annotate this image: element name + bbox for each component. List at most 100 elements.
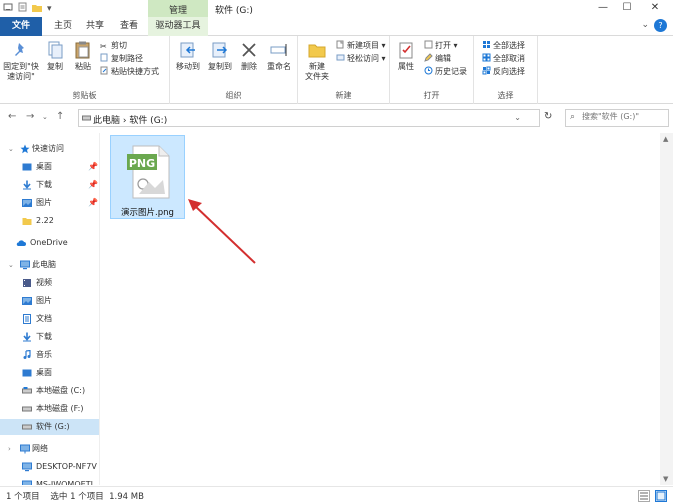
paste-button[interactable]: 粘贴 — [70, 40, 96, 72]
properties-button[interactable]: 属性 — [392, 40, 420, 72]
large-icons-view-icon[interactable] — [655, 490, 667, 502]
history-label: 历史记录 — [435, 67, 467, 76]
nav-desktop-pc[interactable]: DESKTOP-NF7V — [0, 459, 99, 475]
copy-to-label: 复制到 — [208, 62, 232, 71]
customize-qat-icon[interactable]: ▾ — [47, 4, 52, 14]
back-arrow-icon[interactable]: ← — [8, 111, 16, 122]
up-arrow-icon[interactable]: ↑ — [56, 111, 64, 122]
select-none-button[interactable]: 全部取消 — [482, 53, 525, 65]
copy-to-button[interactable]: 复制到 — [204, 40, 236, 72]
nav-desktop-label: 桌面 — [36, 162, 52, 171]
minimize-button[interactable]: — — [593, 1, 613, 15]
forward-arrow-icon[interactable]: → — [26, 111, 34, 122]
open-label: 打开 — [435, 41, 451, 50]
nav-desktop-2[interactable]: 桌面 — [0, 365, 99, 381]
close-button[interactable]: ✕ — [645, 1, 665, 15]
delete-button[interactable]: 删除 — [236, 40, 262, 72]
file-item[interactable]: PNG 演示图片.png — [110, 135, 185, 219]
new-group: 新建 文件夹 新建项目 ▾ 轻松访问 ▾ 新建 — [298, 36, 390, 104]
paste-shortcut-button[interactable]: 粘贴快捷方式 — [100, 66, 159, 78]
nav-pictures-2[interactable]: 图片 — [0, 293, 99, 309]
rename-icon — [270, 44, 287, 56]
scroll-up-icon[interactable]: ▲ — [663, 135, 668, 143]
nav-onedrive[interactable]: OneDrive — [0, 235, 99, 251]
pin-quick-access-button[interactable]: 固定到"快速访问" — [2, 40, 40, 82]
maximize-button[interactable]: ☐ — [617, 1, 637, 15]
vertical-scrollbar[interactable]: ▲ ▼ — [660, 133, 673, 485]
address-bar[interactable]: 此电脑 › 软件 (G:) ⌄ — [78, 109, 540, 127]
search-input[interactable] — [582, 112, 666, 121]
nav-music[interactable]: 音乐 — [0, 347, 99, 363]
document-icon — [23, 314, 31, 324]
cut-label: 剪切 — [111, 41, 127, 50]
tab-drive-tools[interactable]: 驱动器工具 — [148, 17, 208, 36]
nav-documents[interactable]: 文档 — [0, 311, 99, 327]
pin-icon[interactable]: 📌 — [88, 195, 98, 211]
nav-disk-c-label: 本地磁盘 (C:) — [36, 386, 86, 395]
nav-disk-c[interactable]: 本地磁盘 (C:) — [0, 383, 99, 399]
open-button[interactable]: 打开 ▾ — [424, 40, 458, 52]
nav-videos[interactable]: 视频 — [0, 275, 99, 291]
nav-desktop[interactable]: 桌面 📌 — [0, 159, 99, 175]
open-group-label: 打开 — [423, 91, 440, 100]
pin-icon[interactable]: 📌 — [88, 177, 98, 193]
nav-downloads[interactable]: 下载 📌 — [0, 177, 99, 193]
pin-icon[interactable]: 📌 — [88, 159, 98, 175]
cut-button[interactable]: ✂ 剪切 — [100, 40, 127, 52]
breadcrumb[interactable]: 此电脑 › 软件 (G:) — [93, 113, 167, 126]
refresh-icon[interactable]: ↻ — [544, 111, 552, 122]
rename-button[interactable]: 重命名 — [264, 40, 294, 72]
easy-access-button[interactable]: 轻松访问 ▾ — [336, 53, 386, 65]
recent-locations-chevron-icon[interactable]: ⌄ — [42, 113, 48, 121]
select-all-button[interactable]: 全部选择 — [482, 40, 525, 52]
copy-path-button[interactable]: 复制路径 — [100, 53, 143, 65]
nav-ms-pc[interactable]: MS-IWOMOETI — [0, 477, 99, 485]
chevron-down-icon[interactable]: ⌄ — [8, 257, 14, 273]
file-list[interactable]: PNG 演示图片.png — [100, 133, 660, 485]
manage-label[interactable]: 管理 — [148, 3, 208, 16]
history-button[interactable]: 历史记录 — [424, 66, 467, 78]
delete-label: 删除 — [241, 62, 257, 71]
nav-pictures[interactable]: 图片 📌 — [0, 195, 99, 211]
chevron-down-icon[interactable]: ⌄ — [8, 141, 14, 157]
paste-shortcut-label: 粘贴快捷方式 — [111, 67, 159, 76]
help-icon[interactable]: ? — [654, 19, 667, 32]
quick-access-toolbar: ▾ — [3, 2, 52, 15]
move-to-button[interactable]: 移动到 — [172, 40, 204, 72]
details-view-icon[interactable] — [638, 490, 650, 502]
png-badge: PNG — [129, 157, 155, 170]
new-folder-button[interactable]: 新建 文件夹 — [300, 40, 334, 82]
chevron-right-icon[interactable]: › — [8, 441, 11, 457]
copy-path-icon — [100, 53, 108, 62]
new-group-label: 新建 — [335, 91, 352, 100]
nav-network[interactable]: › 网络 — [0, 441, 99, 457]
invert-selection-button[interactable]: 反向选择 — [482, 66, 525, 78]
tab-home[interactable]: 主页 — [48, 17, 78, 36]
search-box[interactable]: ⌕ — [565, 109, 669, 127]
tab-file[interactable]: 文件 — [0, 17, 42, 36]
new-folder-quick-icon[interactable] — [32, 3, 42, 15]
star-icon — [20, 144, 30, 154]
nav-this-pc[interactable]: ⌄ 此电脑 — [0, 257, 99, 273]
copy-button[interactable]: 复制 — [42, 40, 68, 72]
copy-to-icon — [212, 42, 228, 58]
new-item-button[interactable]: 新建项目 ▾ — [336, 40, 386, 52]
edit-label: 编辑 — [435, 54, 451, 63]
computer-icon — [20, 260, 30, 270]
properties-quick-icon[interactable] — [18, 2, 27, 15]
chevron-down-icon[interactable]: ⌄ — [641, 20, 649, 30]
nav-folder-222[interactable]: 2.22 — [0, 213, 99, 229]
address-dropdown-chevron-icon[interactable]: ⌄ — [514, 113, 521, 122]
nav-quick-access[interactable]: ⌄ 快速访问 — [0, 141, 99, 157]
tab-view[interactable]: 查看 — [114, 17, 144, 36]
edit-button[interactable]: 编辑 — [424, 53, 451, 65]
nav-pictures-label: 图片 — [36, 198, 52, 207]
nav-downloads-2[interactable]: 下载 — [0, 329, 99, 345]
nav-disk-f[interactable]: 本地磁盘 (F:) — [0, 401, 99, 417]
app-icon[interactable] — [3, 2, 13, 15]
tab-share[interactable]: 共享 — [80, 17, 110, 36]
organize-group-label: 组织 — [225, 91, 242, 100]
scroll-down-icon[interactable]: ▼ — [663, 475, 668, 483]
nav-desktop-pc-label: DESKTOP-NF7V — [36, 462, 97, 471]
nav-software-g[interactable]: 软件 (G:) — [0, 419, 99, 435]
